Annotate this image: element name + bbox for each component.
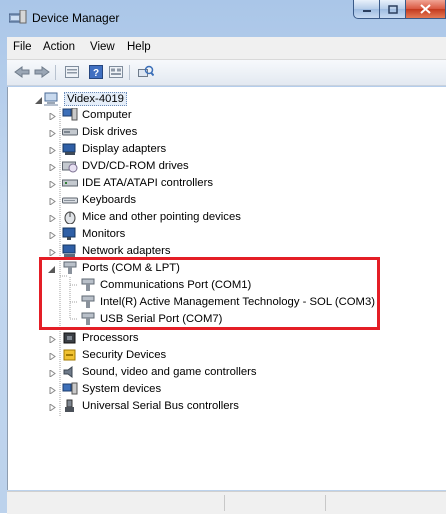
processors-icon: [62, 331, 78, 345]
network-adapters-icon: [62, 244, 78, 258]
tree-category-monitors[interactable]: Monitors: [62, 226, 125, 242]
toolbar-separator: [129, 65, 130, 80]
tree-category-label: DVD/CD-ROM drives: [82, 160, 189, 172]
expand-arrow-icon[interactable]: [49, 351, 56, 361]
tree-category-disk-drives[interactable]: Disk drives: [62, 124, 137, 140]
sound-video-icon: [62, 365, 78, 379]
tree-category-mice[interactable]: Mice and other pointing devices: [62, 209, 241, 225]
tree-category-label: Display adapters: [82, 143, 167, 155]
menu-view[interactable]: View: [90, 41, 115, 53]
tree-category-label: Sound, video and game controllers: [82, 366, 257, 378]
tree-category-system-devices[interactable]: System devices: [62, 381, 161, 397]
tree-category-label: IDE ATA/ATAPI controllers: [82, 177, 213, 189]
back-icon[interactable]: [13, 64, 31, 80]
title-bar[interactable]: Device Manager: [0, 0, 446, 32]
computer-icon: [44, 92, 60, 106]
close-icon: [420, 4, 431, 14]
close-button[interactable]: [406, 0, 446, 19]
tree-category-label: Mice and other pointing devices: [82, 211, 241, 223]
window-controls: [353, 0, 446, 20]
computer-icon: [62, 108, 78, 122]
mice-icon: [62, 210, 78, 224]
scan-hardware-icon[interactable]: [137, 64, 155, 80]
window-title: Device Manager: [32, 11, 120, 25]
forward-icon[interactable]: [33, 64, 51, 80]
menu-action[interactable]: Action: [43, 41, 75, 53]
status-divider: [224, 495, 225, 511]
tree-category-usb-controllers[interactable]: Universal Serial Bus controllers: [62, 398, 239, 414]
tree-category-keyboards[interactable]: Keyboards: [62, 192, 136, 208]
usb-controllers-icon: [62, 399, 78, 413]
ide-controllers-icon: [62, 176, 78, 190]
expand-arrow-icon[interactable]: [49, 230, 56, 240]
status-bar: [7, 491, 446, 514]
security-devices-icon: [62, 348, 78, 362]
display-adapters-icon: [62, 142, 78, 156]
collapse-arrow-icon[interactable]: [35, 95, 42, 104]
tree-category-label: Universal Serial Bus controllers: [82, 400, 239, 412]
help-icon[interactable]: ?: [87, 64, 105, 80]
svg-text:?: ?: [93, 68, 99, 79]
dvd-cdrom-drives-icon: [62, 159, 78, 173]
tree-category-label: Keyboards: [82, 194, 137, 206]
status-divider: [325, 495, 326, 511]
expand-arrow-icon[interactable]: [49, 162, 56, 172]
expand-arrow-icon[interactable]: [49, 385, 56, 395]
tree-category-label: Disk drives: [82, 126, 138, 138]
tree-category-label: Network adapters: [82, 245, 171, 257]
disk-drives-icon: [62, 125, 78, 139]
toolbar: ?: [7, 60, 446, 86]
expand-arrow-icon[interactable]: [49, 368, 56, 378]
monitors-icon: [62, 227, 78, 241]
expand-arrow-icon[interactable]: [49, 247, 56, 257]
expand-arrow-icon[interactable]: [49, 179, 56, 189]
device-manager-app-icon: [8, 9, 27, 24]
tree-root-node[interactable]: Videx-4019: [44, 91, 127, 107]
properties-icon[interactable]: [63, 64, 81, 80]
expand-arrow-icon[interactable]: [49, 402, 56, 412]
expand-arrow-icon[interactable]: [49, 213, 56, 223]
tree-category-sound-video[interactable]: Sound, video and game controllers: [62, 364, 257, 380]
tree-category-label: Processors: [82, 332, 139, 344]
expand-arrow-icon[interactable]: [49, 111, 56, 121]
tree-category-security-devices[interactable]: Security Devices: [62, 347, 166, 363]
tree-category-computer[interactable]: Computer: [62, 107, 132, 123]
annotation-highlight-box: [39, 257, 380, 330]
tree-category-ide-controllers[interactable]: IDE ATA/ATAPI controllers: [62, 175, 213, 191]
tree-category-label: Computer: [82, 109, 132, 121]
expand-arrow-icon[interactable]: [49, 334, 56, 344]
tree-category-label: System devices: [82, 383, 162, 395]
menu-file[interactable]: File: [13, 41, 32, 53]
tree-category-label: Monitors: [82, 228, 126, 240]
expand-arrow-icon[interactable]: [49, 145, 56, 155]
expand-arrow-icon[interactable]: [49, 128, 56, 138]
device-manager-window: Device Manager File Action View Help ? V…: [0, 0, 446, 514]
view-icon[interactable]: [107, 64, 125, 80]
tree-category-label: Security Devices: [82, 349, 167, 361]
menu-bar: File Action View Help: [7, 37, 446, 60]
toolbar-separator: [55, 65, 56, 80]
tree-category-display-adapters[interactable]: Display adapters: [62, 141, 166, 157]
tree-category-dvd-cdrom-drives[interactable]: DVD/CD-ROM drives: [62, 158, 189, 174]
menu-help[interactable]: Help: [127, 41, 151, 53]
system-devices-icon: [62, 382, 78, 396]
expand-arrow-icon[interactable]: [49, 196, 56, 206]
keyboards-icon: [62, 193, 78, 207]
minimize-button[interactable]: [353, 0, 380, 19]
tree-category-processors[interactable]: Processors: [62, 330, 139, 346]
tree-root-label: Videx-4019: [64, 92, 127, 106]
maximize-button[interactable]: [380, 0, 406, 19]
